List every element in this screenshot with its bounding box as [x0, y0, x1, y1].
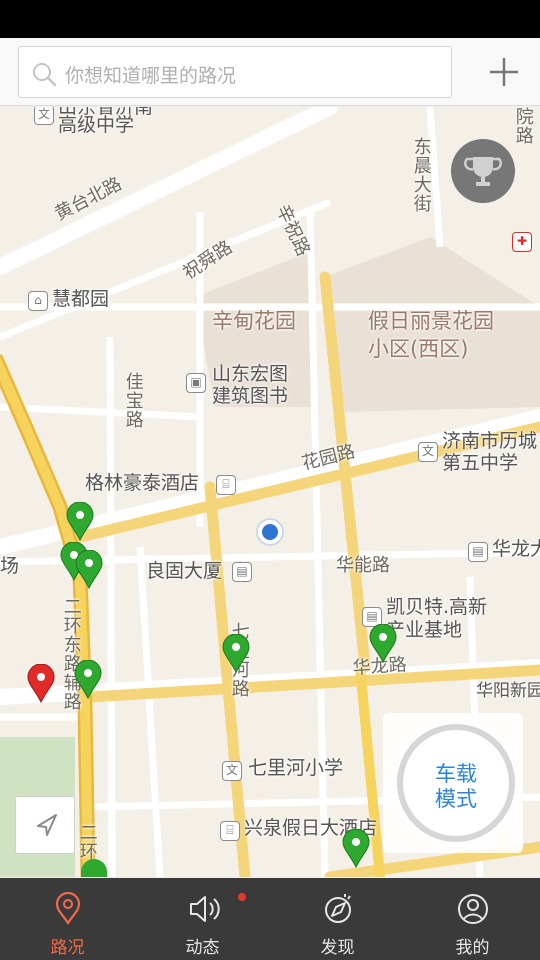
nav-item-me[interactable]: 我的 [405, 878, 540, 960]
location-pin-icon [55, 892, 80, 925]
map-label-erhuan: 二环 [76, 823, 98, 861]
map-label-shandong-line2: 建筑图书 [212, 385, 289, 407]
map-label-gelin-hotel: 格林豪泰酒店 [85, 472, 200, 494]
school-icon: 文 [418, 442, 438, 462]
car-mode-label-line1: 车载 [435, 762, 477, 786]
nav-item-feed[interactable]: 动态 [135, 878, 270, 960]
map-label-hualong-building: 华龙大 [492, 538, 540, 560]
trophy-button[interactable] [451, 139, 515, 203]
nav-item-traffic[interactable]: 路况 [0, 878, 135, 960]
hotel-icon: ⌸ [220, 821, 240, 841]
top-bar: 你想知道哪里的路况 [0, 38, 540, 106]
building-icon: ▤ [232, 562, 252, 582]
school-icon: 文 [34, 107, 54, 125]
current-location-dot [256, 518, 284, 546]
search-input[interactable]: 你想知道哪里的路况 [18, 46, 452, 98]
nav-label-discover: 发现 [320, 938, 355, 958]
map-label-licheng-line2: 第五中学 [442, 452, 519, 474]
trophy-icon [464, 157, 502, 186]
map-label-huayang: 华阳新园 [476, 681, 540, 701]
bottom-nav: 路况 动态 发现 我的 [0, 878, 540, 960]
hotel-icon: ⌸ [216, 475, 236, 495]
hospital-icon: ✚ [512, 232, 532, 252]
nav-label-me: 我的 [455, 938, 490, 958]
map-label-yuan-road: 院路 [512, 107, 534, 145]
community-icon: ⌂ [28, 291, 48, 311]
traffic-pin-red[interactable] [27, 664, 55, 704]
traffic-pin-green[interactable] [75, 550, 103, 590]
navigation-arrow-icon [37, 814, 57, 836]
locate-button[interactable] [15, 796, 75, 854]
traffic-pin-green[interactable] [74, 660, 102, 700]
search-placeholder: 你想知道哪里的路况 [65, 65, 237, 87]
status-bar [0, 0, 540, 38]
school-icon: 文 [222, 761, 242, 781]
notification-badge [238, 893, 246, 901]
user-icon [457, 894, 488, 924]
search-icon [33, 63, 57, 87]
map-label-jiari-garden-line2: 小区(西区) [368, 337, 469, 361]
map-label-jiabao-road: 佳宝路 [122, 372, 144, 429]
building-icon: ▤ [468, 542, 488, 562]
traffic-pin-green[interactable] [80, 859, 108, 877]
map-label-high-school: 高级中学 [58, 114, 135, 136]
nav-label-feed: 动态 [185, 938, 220, 958]
car-mode-ring: 车载 模式 [397, 724, 515, 842]
map-label-dongchen-street: 东晨大街 [410, 137, 432, 213]
speaker-icon [189, 896, 220, 922]
map-label-chang: 场 [0, 555, 20, 577]
traffic-pin-green[interactable] [342, 829, 370, 869]
map-label-shandong-line1: 山东宏图 [212, 363, 289, 385]
map-label-huaneng-road: 华能路 [336, 555, 390, 576]
map-label-lianggu-building: 良固大厦 [146, 560, 223, 582]
map-label-licheng-line1: 济南市历城 [442, 430, 538, 452]
nav-item-discover[interactable]: 发现 [270, 878, 405, 960]
shopping-bag-icon: ▣ [186, 373, 206, 393]
car-mode-label-line2: 模式 [435, 787, 477, 812]
map-label-xindian-garden: 辛甸花园 [212, 309, 296, 333]
traffic-pin-green[interactable] [66, 502, 94, 542]
nav-label-traffic: 路况 [50, 938, 85, 958]
map-label-qilihe-school: 七里河小学 [248, 757, 344, 779]
traffic-pin-green[interactable] [369, 624, 397, 664]
car-mode-button[interactable]: 车载 模式 [383, 713, 523, 853]
add-button[interactable] [480, 50, 528, 94]
map-label-jiari-garden-line1: 假日丽景花园 [368, 309, 494, 333]
traffic-pin-green[interactable] [222, 634, 250, 674]
map-label-huidu-garden: 慧都园 [52, 288, 110, 310]
compass-icon [324, 894, 351, 923]
map-label-kaibeite-line2: 产业基地 [386, 619, 463, 641]
map-label-kaibeite-line1: 凯贝特.高新 [386, 596, 488, 618]
